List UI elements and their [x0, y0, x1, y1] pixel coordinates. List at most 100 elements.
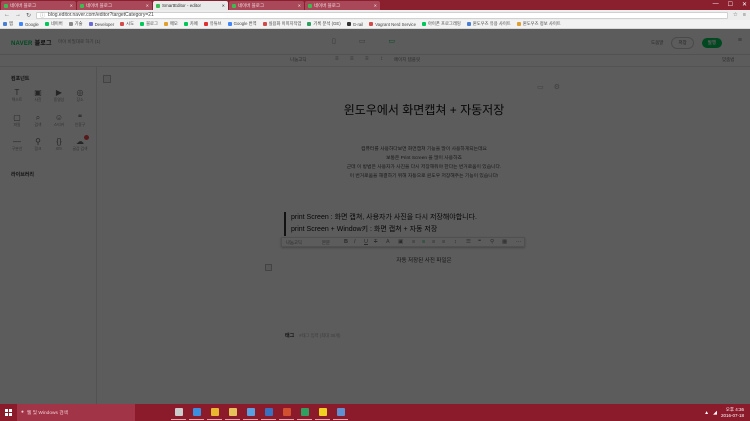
page-template-button[interactable]: 페이지 템플릿	[394, 57, 420, 63]
bookmark-item[interactable]: 카페	[183, 21, 198, 27]
block-handle[interactable]	[265, 264, 272, 271]
bookmark-item[interactable]: Developer	[88, 22, 114, 27]
tab-close-icon[interactable]: ✕	[374, 3, 377, 8]
taskbar-app-store[interactable]	[243, 405, 258, 420]
component-10[interactable]: ⚲ 링크	[30, 137, 46, 152]
align-right-icon[interactable]: ≡	[432, 239, 435, 245]
line-height-icon[interactable]: ↕	[380, 56, 383, 62]
reload-icon[interactable]: ↻	[26, 12, 31, 19]
library-title[interactable]: 라이브러리	[11, 171, 34, 178]
bookmark-item[interactable]: 시도	[120, 21, 134, 27]
browser-tab[interactable]: 네이버 블로그 ✕	[229, 1, 304, 10]
taskbar-app-kakao[interactable]	[315, 405, 330, 420]
microphone-icon[interactable]: ●	[21, 410, 24, 415]
taskbar-app-task-view[interactable]	[171, 405, 186, 420]
help-link[interactable]: 도움말	[651, 40, 663, 46]
document-title[interactable]: 윈도우에서 화면캡쳐 + 자동저장	[98, 101, 750, 118]
network-icon[interactable]: ▲	[704, 410, 709, 416]
block-handle[interactable]	[103, 75, 111, 83]
taskbar-app-word[interactable]	[261, 405, 276, 420]
page-info-icon[interactable]: ⓘ	[40, 12, 45, 19]
underline-button[interactable]: U	[364, 239, 368, 245]
tag-input[interactable]: #태그 입력 (최대 30개)	[299, 333, 340, 339]
bookmark-item[interactable]: 유튜브	[203, 21, 222, 27]
text-color-icon[interactable]: A	[386, 239, 390, 245]
link-icon[interactable]: ⚲	[490, 239, 494, 245]
bookmark-item[interactable]: 실용화 이미지작업	[262, 21, 301, 27]
component-9[interactable]: — 구분선	[9, 137, 25, 152]
forward-icon[interactable]: →	[15, 12, 21, 18]
table-icon[interactable]: ▦	[502, 239, 507, 245]
taskbar-app-edge[interactable]	[189, 405, 204, 420]
save-button[interactable]: 저장	[671, 37, 694, 49]
tablet-preview-icon[interactable]: ▭	[359, 37, 366, 45]
component-3[interactable]: ▶ 동영상	[51, 88, 67, 103]
component-4[interactable]: ◎ 장소	[72, 88, 88, 103]
align-justify-icon[interactable]: ≡	[442, 239, 445, 245]
bg-color-icon[interactable]: ▣	[398, 239, 403, 245]
publish-button[interactable]: 발행	[701, 38, 722, 48]
italic-button[interactable]: I	[354, 239, 356, 245]
taskbar-app-photos[interactable]	[333, 405, 348, 420]
bookmark-item[interactable]: 블로그	[140, 21, 158, 27]
bookmark-item[interactable]: 메모	[163, 21, 178, 27]
mobile-preview-icon[interactable]: ▯	[332, 37, 336, 45]
volume-icon[interactable]: ◢	[713, 410, 717, 416]
bold-button[interactable]: B	[344, 239, 348, 245]
clock[interactable]: 오후 4:36 2016-07-18	[721, 407, 744, 419]
tab-close-icon[interactable]: ✕	[298, 3, 301, 8]
bookmark-item[interactable]: Google	[18, 22, 39, 27]
component-2[interactable]: ▣ 사진	[30, 88, 46, 103]
bookmark-item[interactable]: 윈도우즈 유용 사이트	[466, 21, 511, 27]
component-7[interactable]: ☺ 스티커	[51, 113, 67, 128]
ctx-size-select[interactable]: 본문	[322, 240, 330, 246]
browser-tab-active[interactable]: SmartEditor - editor ✕	[153, 1, 228, 10]
quote-icon[interactable]: ❝	[478, 239, 481, 245]
align-left-icon[interactable]: ≡	[335, 56, 339, 62]
bookmark-item[interactable]: 아이폰 프로그래밍	[421, 21, 461, 27]
bookmark-item[interactable]: 앱	[3, 21, 13, 27]
browser-tab[interactable]: 네이버 블로그 ✕	[77, 1, 152, 10]
menu-icon[interactable]: ≡	[743, 12, 746, 18]
close-icon[interactable]: ✕	[742, 1, 747, 8]
font-select[interactable]: 나눔고딕	[290, 57, 307, 63]
tab-close-icon[interactable]: ✕	[70, 3, 73, 8]
minimize-icon[interactable]: —	[713, 1, 719, 8]
align-right-icon[interactable]: ≡	[365, 56, 369, 62]
editor-canvas[interactable]: ▭ ⚙ 윈도우에서 화면캡쳐 + 자동저장 컴퓨터를 사용하다보면 화면캡쳐 기…	[98, 67, 750, 404]
more-menu-icon[interactable]: ≡	[738, 37, 742, 44]
spellcheck-button[interactable]: 맞춤법	[722, 57, 734, 63]
image-placeholder-icon[interactable]: ▭	[537, 83, 544, 91]
component-8[interactable]: ❝ 인용구	[72, 113, 88, 128]
ctx-font-select[interactable]: 나눔고딕	[286, 240, 302, 246]
line-spacing-icon[interactable]: ↕	[454, 239, 457, 245]
bookmark-item[interactable]: G-rail	[346, 22, 363, 27]
component-1[interactable]: T 텍스트	[9, 88, 25, 103]
naver-blog-logo[interactable]: NAVER 블로그	[11, 38, 52, 47]
component-6[interactable]: ⌕ 검색	[30, 113, 46, 128]
bookmark-item[interactable]: 기록 분석 (GE)	[307, 21, 341, 27]
taskbar-search[interactable]: ● 웹 및 Windows 검색	[17, 404, 135, 421]
bookmark-item[interactable]: Vagrant Nerd Service	[369, 22, 416, 27]
align-center-icon[interactable]: ≡	[350, 56, 354, 62]
strike-button[interactable]: T	[374, 239, 377, 245]
component-11[interactable]: {} 코드	[51, 137, 67, 152]
tab-close-icon[interactable]: ✕	[146, 3, 149, 8]
maximize-icon[interactable]: ☐	[728, 1, 733, 8]
tab-close-icon[interactable]: ✕	[222, 3, 225, 8]
bookmark-item[interactable]: Google 번역	[227, 21, 257, 27]
settings-icon[interactable]: ⚙	[554, 83, 560, 91]
taskbar-app-explorer[interactable]	[225, 405, 240, 420]
quote-block[interactable]: print Screen : 화면 캡쳐, 사용자가 사진을 다시 저장해야합니…	[284, 212, 477, 236]
star-icon[interactable]: ☆	[733, 12, 738, 18]
list-icon[interactable]: ☰	[466, 239, 471, 245]
align-center-icon[interactable]: ≡	[422, 239, 425, 245]
start-button[interactable]	[0, 404, 17, 421]
pc-preview-icon[interactable]: ▭	[388, 37, 395, 45]
align-left-icon[interactable]: ≡	[412, 239, 415, 245]
bookmark-item[interactable]: 기술	[68, 21, 83, 27]
url-input[interactable]: ⓘ blog.editor.naver.com/editor?targetCat…	[36, 11, 728, 19]
browser-tab[interactable]: 네이버 블로그 ✕	[1, 1, 76, 10]
taskbar-app-chrome[interactable]	[207, 405, 222, 420]
component-12[interactable]: ☁ 글감 검색	[72, 135, 89, 152]
